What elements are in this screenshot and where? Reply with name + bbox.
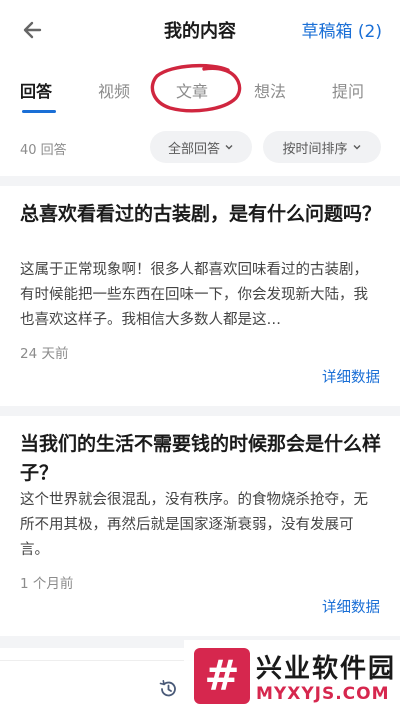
watermark-logo: # [194,648,250,704]
site-watermark: # 兴业软件园 MYXYJS.COM [184,640,400,711]
tab-answers[interactable]: 回答 [20,78,52,102]
detail-data-link[interactable]: 详细数据 [322,366,380,387]
question-title[interactable]: 当我们的生活不需要钱的时候那会是什么样子？ [20,430,382,488]
section-divider [0,176,400,186]
tab-questions[interactable]: 提问 [332,78,364,102]
history-icon[interactable] [158,679,178,699]
tab-videos[interactable]: 视频 [98,78,130,102]
sort-label: 按时间排序 [282,141,348,157]
answer-count: 40 回答 [20,143,67,158]
annotation-circle [150,63,242,113]
detail-data-link[interactable]: 详细数据 [322,596,380,617]
chevron-down-icon [353,145,360,150]
filter-bar: 40 回答 全部回答 按时间排序 [0,128,400,168]
sort-dropdown[interactable]: 按时间排序 [263,131,381,163]
watermark-domain: MYXYJS.COM [256,684,390,704]
chevron-down-icon [225,145,233,150]
active-tab-indicator [22,110,56,113]
answer-excerpt: 这个世界就会很混乱，没有秩序。的食物烧杀抢夺，无所不用其极，再然后就是国家逐渐衰… [20,492,368,558]
question-title[interactable]: 总喜欢看看过的古装剧，是有什么问题吗？ [20,200,382,229]
drafts-button[interactable]: 草稿箱 (2) [302,17,382,42]
watermark-name: 兴业软件园 [256,654,397,684]
answer-card[interactable]: 当我们的生活不需要钱的时候那会是什么样子？ 这个世界就会很混乱，没有秩序。的食物… [0,416,400,636]
answer-card[interactable]: 总喜欢看看过的古装剧，是有什么问题吗？ 这属于正常现象啊！很多人都喜欢回味看过的… [0,186,400,406]
answer-time: 1 个月前 [20,576,74,592]
tab-thoughts[interactable]: 想法 [254,78,286,102]
scope-filter-dropdown[interactable]: 全部回答 [150,131,252,163]
answer-time: 24 天前 [20,346,69,362]
top-app-bar: 我的内容 草稿箱 (2) [0,0,400,58]
answer-excerpt: 这属于正常现象啊！很多人都喜欢回味看过的古装剧，有时候能把一些东西在回味一下，你… [20,262,368,328]
watermark-logo-glyph: # [204,651,240,700]
scope-filter-label: 全部回答 [167,141,220,157]
section-divider [0,406,400,416]
